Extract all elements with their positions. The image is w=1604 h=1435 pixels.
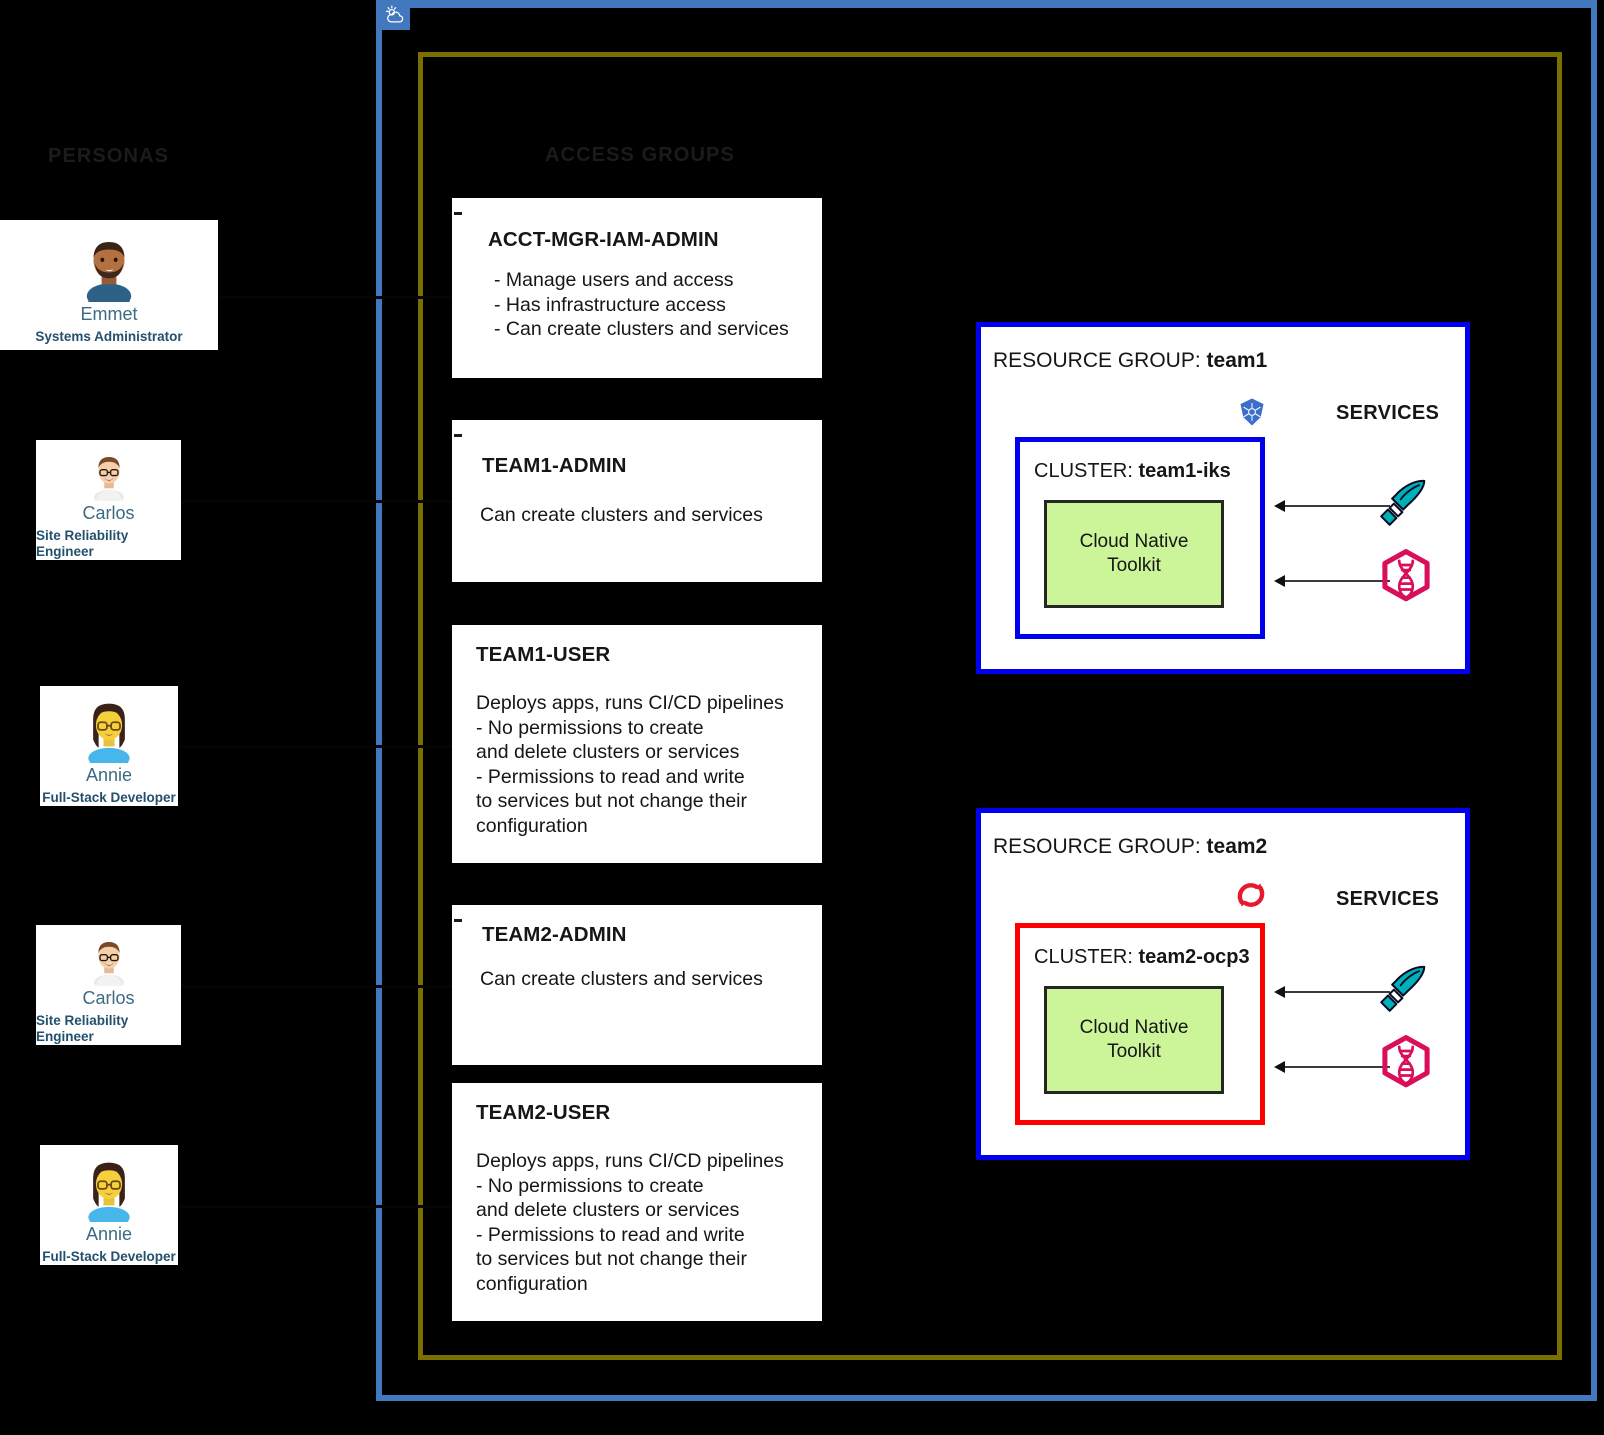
trowel-icon: [1377, 475, 1431, 534]
card-tick-marker: [454, 919, 462, 922]
personas-section-title: PERSONAS: [48, 145, 170, 167]
cluster-prefix: CLUSTER:: [1034, 460, 1139, 482]
access-group-card[interactable]: ACCT-MGR-IAM-ADMIN - Manage users and ac…: [452, 198, 822, 378]
cluster-label: CLUSTER: team2-ocp3: [1034, 946, 1250, 969]
avatar-emmet: [86, 242, 132, 302]
persona-role: Site Reliability Engineer: [36, 1013, 129, 1044]
cloud-native-toolkit-box: Cloud Native Toolkit: [1044, 500, 1224, 608]
resource-group-name: team1: [1206, 349, 1268, 372]
access-group-description: Can create clusters and services: [480, 504, 763, 526]
cluster-name: team2-ocp3: [1138, 946, 1250, 968]
cluster-box-team2-ocp3: CLUSTER: team2-ocp3 Cloud Native Toolkit: [1015, 923, 1265, 1125]
persona-role: Full-Stack Developer: [42, 790, 176, 805]
persona-card[interactable]: Annie Full-Stack Developer: [40, 686, 178, 806]
service-arrow-head: [1274, 1061, 1285, 1073]
access-group-description: Deploys apps, runs CI/CD pipelines - No …: [476, 1150, 784, 1295]
service-arrow-head: [1274, 500, 1285, 512]
access-group-name: TEAM1-ADMIN: [482, 454, 627, 477]
dna-hexagon-icon: [1379, 549, 1433, 608]
services-label: SERVICES: [1336, 402, 1440, 424]
services-label: SERVICES: [1336, 888, 1440, 910]
service-arrow-line: [1284, 1066, 1390, 1068]
access-group-card[interactable]: TEAM2-USER Deploys apps, runs CI/CD pipe…: [452, 1083, 822, 1321]
resource-group-name: team2: [1206, 835, 1268, 858]
access-group-name: TEAM2-ADMIN: [482, 923, 627, 946]
persona-card[interactable]: Annie Full-Stack Developer: [40, 1145, 178, 1265]
resource-group-label: RESOURCE GROUP: team2: [993, 835, 1267, 859]
cluster-name: team1-iks: [1138, 460, 1231, 482]
access-groups-section-title: ACCESS GROUPS: [545, 144, 735, 166]
persona-card[interactable]: Emmet Systems Administrator: [0, 220, 218, 350]
resource-group-box-team1: RESOURCE GROUP: team1 SERVICES CLUSTER: …: [976, 322, 1470, 674]
card-tick-marker: [454, 434, 462, 437]
persona-role: Site Reliability Engineer: [36, 528, 129, 559]
cluster-prefix: CLUSTER:: [1034, 946, 1139, 968]
persona-card[interactable]: Carlos Site Reliability Engineer: [36, 440, 181, 560]
persona-name: Annie: [85, 1224, 133, 1244]
diagram-canvas: PERSONAS ACCESS GROUPS Emmet Systems Adm…: [0, 0, 1604, 1435]
card-tick-marker: [454, 212, 462, 215]
persona-name: Carlos: [82, 503, 135, 523]
access-group-description: Can create clusters and services: [480, 968, 763, 990]
service-arrow-line: [1284, 580, 1390, 582]
service-arrow-line: [1284, 505, 1390, 507]
avatar-annie: [88, 703, 130, 763]
resource-group-label: RESOURCE GROUP: team1: [993, 349, 1267, 373]
avatar-carlos: [93, 942, 124, 986]
access-group-card[interactable]: TEAM1-ADMIN Can create clusters and serv…: [452, 420, 822, 582]
resource-group-prefix: RESOURCE GROUP:: [993, 835, 1207, 858]
access-group-name: ACCT-MGR-IAM-ADMIN: [488, 228, 719, 251]
openshift-icon: [1235, 879, 1267, 916]
persona-name: Annie: [85, 765, 133, 785]
persona-role: Full-Stack Developer: [42, 1249, 176, 1264]
resource-group-box-team2: RESOURCE GROUP: team2 SERVICES CLUSTER: …: [976, 808, 1470, 1160]
service-arrow-head: [1274, 986, 1285, 998]
persona-role: Systems Administrator: [35, 329, 183, 344]
connector-line: [215, 296, 455, 299]
trowel-icon: [1377, 961, 1431, 1020]
cloud-native-toolkit-box: Cloud Native Toolkit: [1044, 986, 1224, 1094]
access-group-card[interactable]: TEAM1-USER Deploys apps, runs CI/CD pipe…: [452, 625, 822, 863]
access-group-description: Deploys apps, runs CI/CD pipelines - No …: [476, 692, 784, 837]
cloud-sun-icon: [380, 0, 410, 30]
persona-card[interactable]: Carlos Site Reliability Engineer: [36, 925, 181, 1045]
persona-name: Carlos: [82, 988, 135, 1008]
kubernetes-icon: [1237, 397, 1267, 432]
access-group-name: TEAM1-USER: [476, 643, 611, 666]
service-arrow-line: [1284, 991, 1390, 993]
persona-name: Emmet: [80, 304, 138, 324]
connector-line: [178, 745, 455, 748]
connector-line: [178, 1205, 455, 1208]
resource-group-prefix: RESOURCE GROUP:: [993, 349, 1207, 372]
dna-hexagon-icon: [1379, 1035, 1433, 1094]
connector-line: [178, 985, 455, 988]
cluster-label: CLUSTER: team1-iks: [1034, 460, 1231, 483]
access-group-description: - Manage users and access - Has infrastr…: [494, 269, 789, 341]
access-group-name: TEAM2-USER: [476, 1101, 611, 1124]
cluster-box-team1-iks: CLUSTER: team1-iks Cloud Native Toolkit: [1015, 437, 1265, 639]
service-arrow-head: [1274, 575, 1285, 587]
avatar-carlos: [93, 457, 124, 501]
connector-line: [178, 500, 455, 503]
access-group-card[interactable]: TEAM2-ADMIN Can create clusters and serv…: [452, 905, 822, 1065]
avatar-annie: [88, 1162, 130, 1222]
